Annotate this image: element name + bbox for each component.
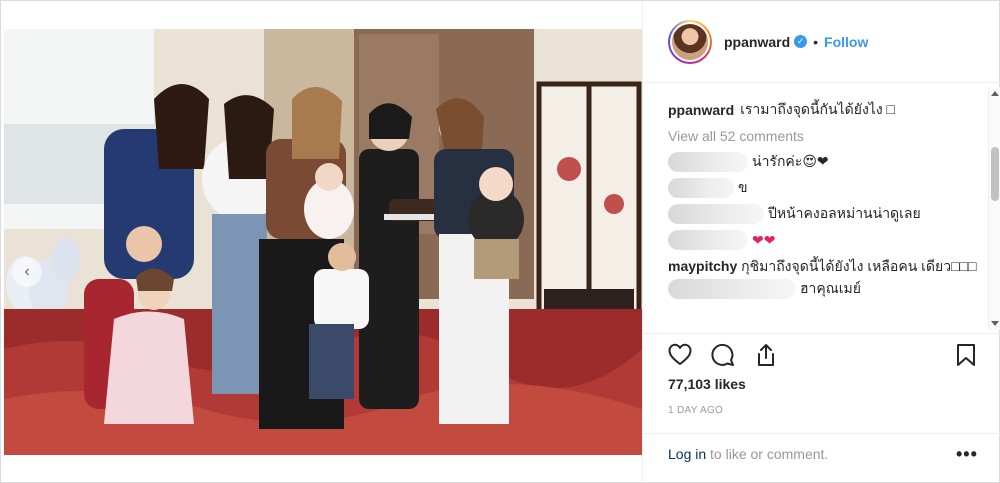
avatar[interactable] <box>670 21 710 62</box>
view-all-comments-row: View all 52 comments <box>668 123 986 149</box>
login-prompt: Log in to like or comment. <box>668 446 828 462</box>
comment-item: maypitchy กุชิมาถึงจุดนี้ได้ยังไง เหลือค… <box>668 256 986 276</box>
post-header: ppanward ✓ • Follow <box>643 1 1000 83</box>
blurred-username <box>668 178 734 198</box>
comment-item: น่ารักค่ะ😍❤ <box>668 149 986 175</box>
instagram-post: ‹ ppanward ✓ • Follow ppanward เรามาถึงจ… <box>0 0 1000 483</box>
comment-text: ❤❤ <box>752 231 776 248</box>
blurred-username <box>668 279 796 299</box>
scroll-thumb[interactable] <box>991 147 999 201</box>
login-link[interactable]: Log in <box>668 446 706 462</box>
comment-text: ปีหน้าคงอลหม่านน่าดูเลย <box>768 205 921 221</box>
comment-icon[interactable] <box>710 342 736 368</box>
blurred-username <box>668 230 748 250</box>
blurred-username <box>668 152 748 172</box>
avatar-story-ring[interactable] <box>668 19 712 64</box>
header-separator: • <box>813 33 819 50</box>
blurred-username <box>668 204 764 224</box>
comments-list: ppanward เรามาถึงจุดนี้กันได้ยังไง □ Vie… <box>668 97 986 333</box>
view-all-comments-link[interactable]: View all 52 comments <box>668 128 804 144</box>
comment-item: ฮาคุณเมย์ <box>668 276 986 302</box>
group-photo-image <box>4 29 642 455</box>
comments-scrollbar[interactable] <box>988 87 1000 330</box>
caption-text: เรามาถึงจุดนี้กันได้ยังไง □ <box>740 101 895 117</box>
action-bar <box>643 333 1000 373</box>
previous-photo-button[interactable]: ‹ <box>12 257 42 287</box>
comment-text: กุชิมาถึงจุดนี้ได้ยังไง เหลือคน เดียว□□□ <box>741 258 977 274</box>
comment-item: ข <box>668 175 986 201</box>
scroll-up-arrow-icon[interactable] <box>991 91 999 96</box>
chevron-left-icon: ‹ <box>24 263 30 280</box>
likes-count[interactable]: 77,103 likes <box>668 376 746 392</box>
caption: ppanward เรามาถึงจุดนี้กันได้ยังไง □ <box>668 97 986 123</box>
comment-username[interactable]: maypitchy <box>668 258 737 274</box>
more-options-icon[interactable]: ••• <box>956 444 978 465</box>
comment-text: ข <box>738 179 748 195</box>
share-icon[interactable] <box>753 342 779 368</box>
bookmark-icon[interactable] <box>953 342 979 368</box>
post-photo[interactable]: ‹ <box>4 29 642 455</box>
comment-text: น่ารักค่ะ😍❤ <box>752 153 829 169</box>
header-username[interactable]: ppanward <box>724 34 790 50</box>
login-prompt-text: to like or comment. <box>706 446 829 462</box>
post-timestamp: 1 DAY AGO <box>668 405 724 416</box>
comment-footer: Log in to like or comment. ••• <box>643 433 1000 483</box>
comment-item: ❤❤ <box>668 227 986 253</box>
verified-badge-icon: ✓ <box>794 35 808 48</box>
heart-icon[interactable] <box>667 342 693 368</box>
comment-text: ฮาคุณเมย์ <box>800 280 861 296</box>
caption-username[interactable]: ppanward <box>668 102 734 118</box>
follow-button[interactable]: Follow <box>824 34 868 50</box>
post-sidebar: ppanward ✓ • Follow ppanward เรามาถึงจุด… <box>642 1 1000 483</box>
scroll-down-arrow-icon[interactable] <box>991 321 999 326</box>
comment-item: ปีหน้าคงอลหม่านน่าดูเลย <box>668 201 986 227</box>
